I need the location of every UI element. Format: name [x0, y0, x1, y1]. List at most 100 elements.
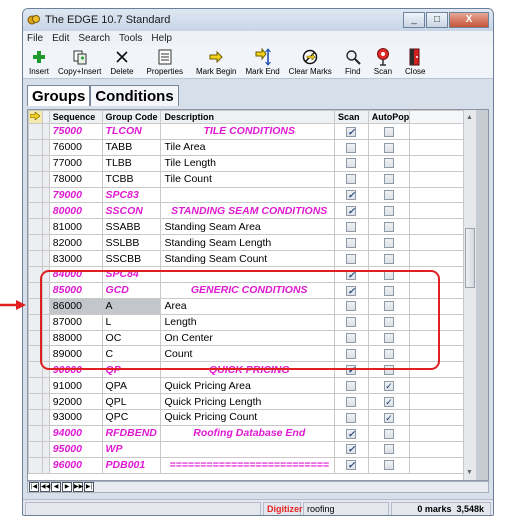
sequence-cell[interactable]: 91000: [48, 377, 103, 395]
close-window-button[interactable]: X: [449, 12, 489, 28]
group-code-cell[interactable]: QPA: [101, 377, 162, 395]
scan-checkbox-cell[interactable]: [334, 377, 369, 395]
description-cell[interactable]: Tile Count: [160, 170, 336, 188]
group-code-cell[interactable]: SSABB: [101, 218, 162, 236]
scan-checkbox[interactable]: ✓: [346, 444, 357, 455]
table-row[interactable]: 77000 TLBB Tile Length: [28, 154, 476, 172]
autopop-checkbox-cell[interactable]: ✓: [367, 393, 411, 411]
table-row[interactable]: 78000 TCBB Tile Count: [28, 170, 476, 188]
scan-checkbox[interactable]: [346, 142, 357, 153]
next-record-icon[interactable]: ▶: [62, 482, 72, 492]
sequence-cell[interactable]: 79000: [48, 186, 103, 204]
table-row[interactable]: 81000 SSABB Standing Seam Area: [28, 218, 476, 236]
description-cell[interactable]: Tile Length: [160, 154, 336, 172]
scan-checkbox-cell[interactable]: [334, 154, 369, 172]
scan-checkbox[interactable]: ✓: [346, 206, 357, 217]
scan-checkbox[interactable]: [346, 412, 357, 423]
find-button[interactable]: Find: [345, 47, 361, 76]
scan-checkbox[interactable]: [346, 380, 357, 391]
menu-help[interactable]: Help: [151, 33, 172, 44]
description-cell[interactable]: Tile Area: [160, 138, 336, 156]
group-code-cell[interactable]: QPC: [101, 409, 162, 426]
sequence-cell[interactable]: 94000: [48, 424, 103, 442]
properties-button[interactable]: Properties: [147, 47, 183, 76]
col-sequence[interactable]: Sequence: [48, 110, 103, 124]
col-description[interactable]: Description: [160, 110, 336, 124]
table-row[interactable]: 96000 PDB001 ========================== ✓: [28, 456, 476, 474]
group-code-cell[interactable]: WP: [101, 440, 162, 458]
delete-button[interactable]: Delete: [110, 47, 134, 76]
maximize-button[interactable]: □: [426, 12, 448, 28]
autopop-checkbox-cell[interactable]: [367, 424, 411, 442]
description-cell[interactable]: [160, 440, 336, 458]
scan-checkbox-cell[interactable]: [334, 234, 369, 252]
group-code-cell[interactable]: TLCON: [101, 123, 162, 140]
scan-checkbox-cell[interactable]: [334, 250, 369, 268]
menu-tools[interactable]: Tools: [119, 33, 142, 44]
description-cell[interactable]: Standing Seam Area: [160, 218, 336, 236]
description-cell[interactable]: Standing Seam Length: [160, 234, 336, 252]
autopop-checkbox-cell[interactable]: [367, 202, 411, 220]
autopop-checkbox-cell[interactable]: ✓: [367, 409, 411, 426]
menu-search[interactable]: Search: [78, 33, 110, 44]
group-code-cell[interactable]: SSCON: [101, 202, 162, 220]
description-cell[interactable]: ==========================: [160, 456, 336, 474]
menu-edit[interactable]: Edit: [52, 33, 69, 44]
autopop-checkbox[interactable]: [383, 222, 394, 232]
autopop-checkbox-cell[interactable]: [367, 123, 411, 140]
table-row[interactable]: 82000 SSLBB Standing Seam Length: [28, 234, 476, 252]
scan-checkbox[interactable]: [346, 253, 357, 264]
table-row[interactable]: 95000 WP ✓: [28, 440, 476, 458]
sequence-cell[interactable]: 78000: [48, 170, 103, 188]
scan-checkbox[interactable]: [346, 174, 357, 185]
group-code-cell[interactable]: PDB001: [101, 456, 162, 474]
group-code-cell[interactable]: TLBB: [101, 154, 162, 172]
insert-button[interactable]: Insert: [29, 47, 49, 76]
sequence-cell[interactable]: 96000: [48, 456, 103, 474]
vertical-scrollbar[interactable]: ▲ ▼: [463, 110, 476, 480]
menu-file[interactable]: File: [27, 33, 43, 44]
sequence-cell[interactable]: 81000: [48, 218, 103, 236]
description-cell[interactable]: [160, 186, 336, 204]
autopop-checkbox[interactable]: ✓: [383, 396, 394, 407]
mark-begin-button[interactable]: Mark Begin: [196, 47, 236, 76]
group-code-cell[interactable]: TABB: [101, 138, 162, 156]
sequence-cell[interactable]: 77000: [48, 154, 103, 172]
sequence-cell[interactable]: 83000: [48, 250, 103, 268]
autopop-checkbox[interactable]: ✓: [383, 412, 394, 423]
tab-groups[interactable]: Groups: [27, 85, 91, 106]
scan-checkbox[interactable]: ✓: [346, 126, 357, 137]
autopop-checkbox-cell[interactable]: [367, 170, 411, 188]
group-code-cell[interactable]: SPC83: [101, 186, 162, 204]
description-cell[interactable]: Quick Pricing Length: [160, 393, 336, 411]
col-group-code[interactable]: Group Code: [101, 110, 162, 124]
table-row[interactable]: 76000 TABB Tile Area: [28, 138, 476, 156]
scan-checkbox-cell[interactable]: [334, 393, 369, 411]
copy-insert-button[interactable]: Copy+Insert: [58, 47, 101, 76]
group-code-cell[interactable]: RFDBEND: [101, 424, 162, 442]
scan-checkbox[interactable]: [346, 396, 357, 407]
autopop-checkbox-cell[interactable]: [367, 250, 411, 268]
autopop-checkbox[interactable]: [383, 190, 394, 201]
sequence-cell[interactable]: 92000: [48, 393, 103, 411]
autopop-checkbox-cell[interactable]: [367, 186, 411, 204]
table-row[interactable]: 80000 SSCON STANDING SEAM CONDITIONS ✓: [28, 202, 476, 220]
table-row[interactable]: 75000 TLCON TILE CONDITIONS ✓: [28, 123, 476, 140]
sequence-cell[interactable]: 82000: [48, 234, 103, 252]
scan-checkbox[interactable]: [346, 222, 357, 232]
group-code-cell[interactable]: TCBB: [101, 170, 162, 188]
sequence-cell[interactable]: 80000: [48, 202, 103, 220]
close-button[interactable]: Close: [405, 47, 425, 76]
description-cell[interactable]: Roofing Database End: [160, 424, 336, 442]
prev-record-icon[interactable]: ◀: [51, 482, 61, 492]
scan-checkbox-cell[interactable]: [334, 170, 369, 188]
prev-page-icon[interactable]: ◀◀: [40, 482, 50, 492]
scroll-down-icon[interactable]: ▼: [466, 469, 473, 476]
table-row[interactable]: 91000 QPA Quick Pricing Area ✓: [28, 377, 476, 395]
autopop-checkbox-cell[interactable]: ✓: [367, 377, 411, 395]
scroll-thumb[interactable]: [465, 228, 475, 288]
scan-button[interactable]: Scan: [374, 47, 392, 76]
scan-checkbox[interactable]: ✓: [346, 190, 357, 201]
sequence-cell[interactable]: 95000: [48, 440, 103, 458]
description-cell[interactable]: Quick Pricing Area: [160, 377, 336, 395]
